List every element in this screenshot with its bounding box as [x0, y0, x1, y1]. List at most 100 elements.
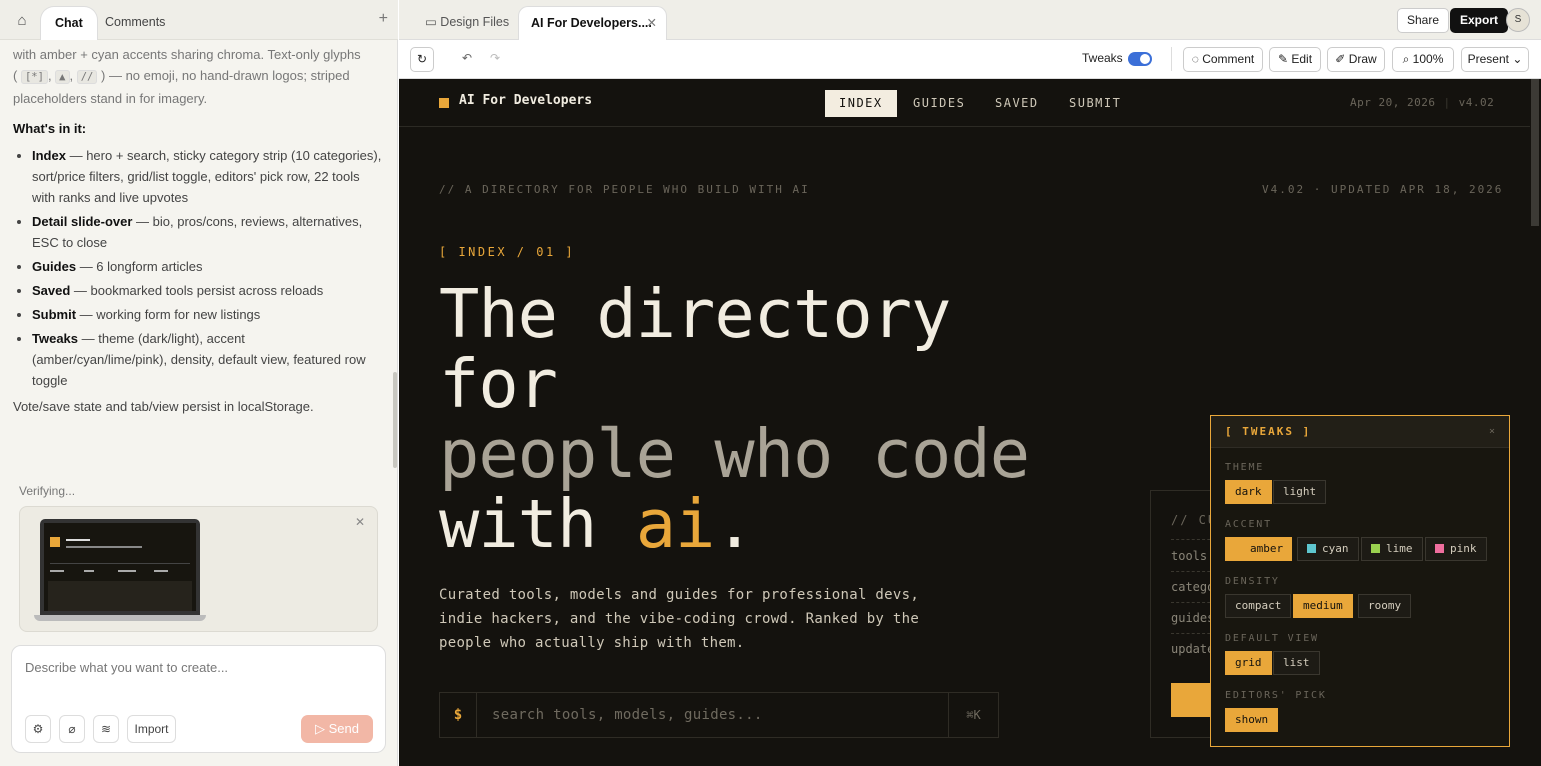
list-item: Submit — working form for new listings [32, 304, 383, 325]
density-roomy-option[interactable]: roomy [1358, 594, 1412, 618]
editors-pick-label: EDITORS' PICK [1225, 690, 1327, 701]
item-text: — theme (dark/light), accent (amber/cyan… [32, 331, 366, 388]
headline-with: with [439, 485, 636, 563]
prompt-symbol: $ [440, 693, 477, 737]
header-meta: Apr 20, 2026 | v4.02 [1350, 96, 1495, 109]
view-list-option[interactable]: list [1273, 651, 1320, 675]
amber-swatch [1235, 544, 1244, 553]
site-header: AI For Developers INDEX GUIDES SAVED SUB… [399, 79, 1530, 127]
editors-pick-shown-option[interactable]: shown [1225, 708, 1279, 732]
stats-row: update [1171, 642, 1215, 656]
laptop-base [34, 615, 206, 621]
headline-line-1: The directory [439, 275, 951, 353]
home-icon[interactable]: ⌂ [13, 12, 31, 30]
import-button[interactable]: Import [127, 715, 176, 743]
accent-cyan-option[interactable]: cyan [1297, 537, 1359, 561]
refresh-icon[interactable]: ↻ [410, 47, 434, 72]
redo-icon[interactable]: ↷ [487, 47, 503, 72]
theme-dark-option[interactable]: dark [1225, 480, 1272, 504]
nav-guides[interactable]: GUIDES [899, 90, 979, 117]
headline-period: . [714, 485, 754, 563]
search-input[interactable]: search tools, models, guides... [492, 707, 763, 723]
zoom-button[interactable]: ⌕ 100% [1392, 47, 1454, 72]
accent-amber-option[interactable]: amber [1225, 537, 1292, 561]
laptop-thumbnail [40, 519, 200, 615]
density-compact-option[interactable]: compact [1225, 594, 1292, 618]
list-item: Detail slide-over — bio, pros/cons, revi… [32, 211, 383, 253]
close-icon[interactable]: × [1489, 426, 1495, 437]
export-button[interactable]: Export [1450, 8, 1509, 33]
comment-button[interactable]: ◌ Comment [1183, 47, 1263, 72]
attach-icon[interactable]: ⌀ [59, 715, 85, 743]
present-button[interactable]: Present ⌄ [1461, 47, 1529, 72]
density-medium-option[interactable]: medium [1293, 594, 1353, 618]
edit-label: Edit [1291, 52, 1313, 66]
cyan-swatch [1307, 544, 1316, 553]
theme-light-option[interactable]: light [1273, 480, 1327, 504]
item-text: — hero + search, sticky category strip (… [32, 148, 382, 205]
site-scrollbar[interactable] [1530, 79, 1541, 766]
accent-label-text: amber [1250, 542, 1284, 555]
prompt-composer[interactable]: Describe what you want to create... ⚙ ⌀ … [11, 645, 386, 753]
glyph-code: ▲ [55, 70, 70, 84]
section-heading: What's in it: [13, 121, 87, 136]
site-search[interactable]: $ search tools, models, guides... ⌘K [439, 692, 999, 738]
headline-line-3: people who code [439, 415, 1030, 493]
undo-icon[interactable]: ↶ [459, 47, 475, 72]
nav-submit[interactable]: SUBMIT [1055, 90, 1135, 117]
headline-line-4: with ai. [439, 489, 755, 559]
new-tab-plus-icon[interactable]: + [379, 10, 388, 28]
send-label: Send [328, 721, 359, 736]
settings-icon[interactable]: ⚙ [25, 715, 51, 743]
intro-open-paren: ( [13, 68, 18, 83]
audio-icon[interactable]: ≋ [93, 715, 119, 743]
intro-text: with amber + cyan accents sharing chroma… [13, 47, 361, 106]
share-button[interactable]: Share [1397, 8, 1450, 33]
verifying-status: Verifying... [19, 484, 76, 498]
eyebrow-right: V4.02 · UPDATED APR 18, 2026 [1262, 183, 1504, 196]
edit-button[interactable]: ✎ Edit [1269, 47, 1321, 72]
tab-design-files[interactable]: ▭ Design Files [413, 6, 521, 40]
feature-list: Index — hero + search, sticky category s… [13, 145, 383, 391]
accent-lime-option[interactable]: lime [1361, 537, 1423, 561]
index-label: [ INDEX / 01 ] [439, 245, 576, 259]
accent-label-text: lime [1386, 542, 1413, 555]
draw-button[interactable]: ✐ Draw [1327, 47, 1385, 72]
comment-label: Comment [1202, 52, 1255, 66]
pink-swatch [1435, 544, 1444, 553]
avatar[interactable]: S [1506, 8, 1530, 32]
list-item: Tweaks — theme (dark/light), accent (amb… [32, 328, 383, 391]
theme-label: THEME [1225, 462, 1265, 473]
send-button[interactable]: ▷ Send [301, 715, 373, 743]
default-view-label: DEFAULT VIEW [1225, 633, 1319, 644]
nav-saved[interactable]: SAVED [981, 90, 1053, 117]
headline-ai: ai [635, 485, 716, 563]
preview-card[interactable]: ✕ [19, 506, 378, 632]
prompt-input[interactable]: Describe what you want to create... [25, 660, 228, 675]
tweaks-toggle[interactable] [1128, 52, 1152, 66]
view-grid-option[interactable]: grid [1225, 651, 1272, 675]
close-tab-icon[interactable]: ✕ [647, 7, 657, 39]
tab-ai-for-developers[interactable]: AI For Developers.... ✕ [518, 6, 667, 40]
stats-row: tools [1171, 549, 1208, 563]
present-label: Present [1467, 52, 1509, 66]
tab-comments[interactable]: Comments [91, 6, 179, 40]
tweaks-label: Tweaks [1082, 51, 1123, 65]
tab-chat[interactable]: Chat [40, 6, 98, 40]
preview-toolbar: ↻ ↶ ↷ Tweaks ◌ Comment ✎ Edit ✐ Draw ⌕ 1… [399, 40, 1541, 79]
tweaks-header: [ TWEAKS ] × [1211, 416, 1509, 448]
chat-scrollbar[interactable] [393, 372, 397, 468]
tweaks-panel: [ TWEAKS ] × THEME dark light ACCENT amb… [1210, 415, 1510, 747]
close-icon[interactable]: ✕ [355, 515, 365, 529]
thumbnail-screen [44, 523, 196, 611]
glyph-code: // [76, 70, 98, 84]
site-brand[interactable]: AI For Developers [459, 93, 592, 108]
stats-row: catego [1171, 580, 1215, 594]
list-item: Index — hero + search, sticky category s… [32, 145, 383, 208]
stats-row: guides [1171, 611, 1215, 625]
nav-index[interactable]: INDEX [825, 90, 897, 117]
list-item: Saved — bookmarked tools persist across … [32, 280, 383, 301]
list-item: Guides — 6 longform articles [32, 256, 383, 277]
zoom-label: 100% [1412, 52, 1444, 66]
accent-pink-option[interactable]: pink [1425, 537, 1487, 561]
